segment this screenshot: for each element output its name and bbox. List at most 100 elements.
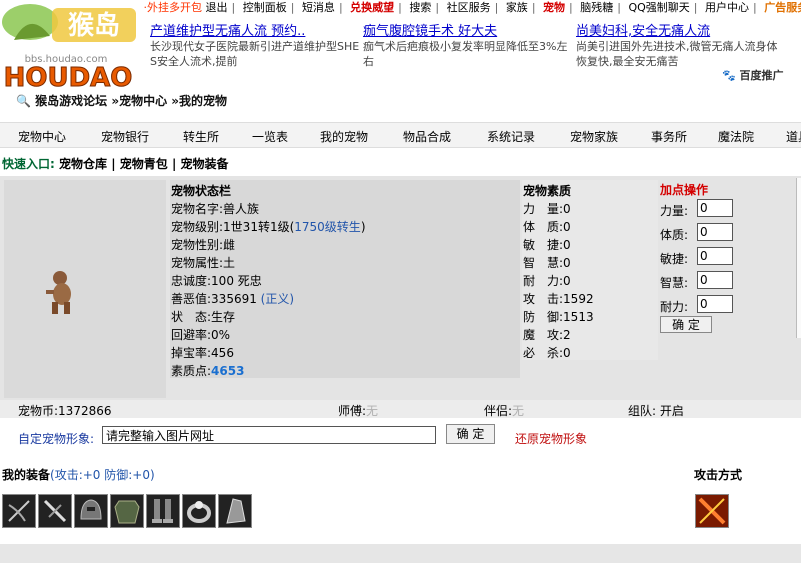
ad-desc: 尚美引进国外先进技术,微管无痛人流身体恢复快,最全安无痛苦 (576, 40, 778, 68)
add-agility-input[interactable] (697, 247, 733, 265)
nav-rebirth[interactable]: 转生所 (183, 128, 219, 145)
pet-gender: 宠物性别:雌 (171, 238, 236, 252)
add-endurance-input[interactable] (697, 295, 733, 313)
breadcrumb-text[interactable]: 猴岛游戏论坛 »宠物中心 »我的宠物 (35, 94, 227, 108)
menu-community[interactable]: 社区服务 (447, 0, 491, 16)
equip-slot-sword-icon[interactable] (38, 494, 72, 528)
equip-slot-helmet-icon[interactable] (74, 494, 108, 528)
menu-qq-chat[interactable]: QQ强制聊天 (628, 0, 689, 16)
restore-image-link[interactable]: 还原宠物形象 (515, 430, 587, 447)
menu-ad-service[interactable]: 广告服务 (764, 0, 801, 16)
baidu-promo-label: 百度推广 (739, 69, 784, 82)
add-strength-label: 力量: (660, 204, 689, 218)
nav-pet-bank[interactable]: 宠物银行 (101, 128, 149, 145)
pet-drop-rate: 掉宝率:456 (171, 346, 234, 360)
quality-wisdom: 智 慧:0 (523, 256, 571, 270)
nav-my-pet[interactable]: 我的宠物 (320, 128, 368, 145)
ad-block-1[interactable]: 产道维护型无痛人流 预约.. 长沙现代女子医院最新引进产道维护型SHE S安全人… (150, 24, 360, 69)
add-endurance-label: 耐力: (660, 300, 689, 314)
quick-entry: 快速入口: 宠物仓库 | 宠物青包 | 宠物装备 (2, 157, 229, 171)
nav-items[interactable]: 道具 (786, 128, 801, 145)
quick-entry-label: 快速入口: (2, 157, 55, 171)
custom-image-label: 自定宠物形象: (18, 432, 95, 446)
equipment-label: 我的装备 (2, 468, 51, 482)
menu-exchange[interactable]: 兑换威望 (350, 0, 394, 16)
add-wisdom-label: 智慧: (660, 276, 689, 290)
attack-mode-label: 攻击方式 (694, 468, 743, 482)
menu-search[interactable]: 搜索 (409, 0, 431, 16)
attack-mode-icon[interactable] (695, 494, 729, 528)
breadcrumb: 🔍 猴岛游戏论坛 »宠物中心 »我的宠物 (16, 92, 227, 109)
logo-text: HOUDAO (4, 63, 133, 92)
quality-defense: 防 御:1513 (523, 310, 594, 324)
nav-system-log[interactable]: 系统记录 (487, 128, 535, 145)
equip-slot-ring-icon[interactable] (182, 494, 216, 528)
quick-pet-bag[interactable]: 宠物青包 (120, 157, 168, 171)
rebirth-link[interactable]: 1750级转生 (294, 220, 361, 234)
image-url-input[interactable] (102, 426, 436, 444)
quality-magic-attack: 魔 攻:2 (523, 328, 571, 342)
pet-master: 师傅:无 (338, 404, 379, 418)
pet-state: 状 态:生存 (171, 310, 236, 324)
add-wisdom-input[interactable] (697, 271, 733, 289)
equip-slot-boots-icon[interactable] (146, 494, 180, 528)
quality-points-value: 4653 (211, 364, 245, 378)
quality-endurance: 耐 力:0 (523, 274, 571, 288)
menu-control-panel[interactable]: 控制面板 (243, 0, 287, 16)
quality-attack: 攻 击:1592 (523, 292, 594, 306)
search-icon: 🔍 (16, 94, 31, 108)
add-agility-label: 敏捷: (660, 252, 689, 266)
nav-office[interactable]: 事务所 (651, 128, 687, 145)
pet-quality-points: 素质点:4653 (171, 364, 245, 378)
pet-level: 宠物级别:1世31转1级(1750级转生) (171, 220, 366, 234)
menu-logout[interactable]: 退出 (206, 0, 228, 16)
menu-candy[interactable]: 脑残糖 (580, 0, 613, 16)
status-title: 宠物状态栏 (171, 184, 232, 198)
site-logo[interactable]: 猴岛 bbs.houdao.com HOUDAO (0, 0, 146, 94)
pet-coins: 宠物币:1372866 (18, 404, 112, 418)
menu-user-center[interactable]: 用户中心 (705, 0, 749, 16)
bottom-bar (0, 544, 801, 563)
quality-critical: 必 杀:0 (523, 346, 571, 360)
pet-portrait (4, 180, 166, 398)
equip-slot-crossbow-icon[interactable] (2, 494, 36, 528)
ad-desc: 痂气术后疤痕极小复发率明显降低至3%左右 (363, 40, 568, 68)
nav-pet-center[interactable]: 宠物中心 (18, 128, 66, 145)
add-constitution-input[interactable] (697, 223, 733, 241)
baidu-promo[interactable]: 🐾 百度推广 (722, 67, 784, 83)
ad-title[interactable]: 痂气腹腔镜手术 好大夫 (363, 24, 573, 39)
morality-link[interactable]: (正义) (261, 292, 294, 306)
add-strength-input[interactable] (697, 199, 733, 217)
quick-pet-storage[interactable]: 宠物仓库 (59, 157, 107, 171)
equip-slot-armor-icon[interactable] (110, 494, 144, 528)
ad-block-2[interactable]: 痂气腹腔镜手术 好大夫 痂气术后疤痕极小复发率明显降低至3%左右 (363, 24, 573, 69)
nav-pet-family[interactable]: 宠物家族 (570, 128, 618, 145)
ad-desc: 长沙现代女子医院最新引进产道维护型SHE S安全人流术,提前 (150, 40, 360, 68)
pet-team: 组队: 开启 (628, 404, 684, 418)
pet-loyalty: 忠诚度:100 死忠 (171, 274, 262, 288)
menu-family[interactable]: 家族 (506, 0, 528, 16)
add-constitution-label: 体质: (660, 228, 689, 242)
pet-name: 宠物名字:兽人族 (171, 202, 260, 216)
nav-magic-hall[interactable]: 魔法院 (718, 128, 754, 145)
menu-multi-open[interactable]: ·外挂多开包 (144, 0, 203, 16)
ad-title[interactable]: 产道维护型无痛人流 预约.. (150, 24, 360, 39)
add-points-title: 加点操作 (660, 183, 709, 197)
equip-slot-gauntlet-icon[interactable] (218, 494, 252, 528)
equipment-stats: (攻击:+0 防御:+0) (50, 468, 155, 482)
add-points-confirm-button[interactable]: 确 定 (660, 316, 712, 333)
menu-pet[interactable]: 宠物 (543, 0, 565, 16)
quality-constitution: 体 质:0 (523, 220, 571, 234)
image-confirm-button[interactable]: 确 定 (446, 424, 495, 444)
quality-strength: 力 量:0 (523, 202, 571, 216)
pet-nav-bar: 宠物中心 宠物银行 转生所 一览表 我的宠物 物品合成 系统记录 宠物家族 事务… (0, 122, 801, 148)
equipment-header: 我的装备(攻击:+0 防御:+0) (2, 466, 155, 483)
quality-agility: 敏 捷:0 (523, 238, 571, 252)
quick-pet-equip[interactable]: 宠物装备 (181, 157, 229, 171)
ad-title[interactable]: 尚美妇科,安全无痛人流 (576, 24, 781, 39)
nav-item-synthesis[interactable]: 物品合成 (403, 128, 451, 145)
ad-block-3[interactable]: 尚美妇科,安全无痛人流 尚美引进国外先进技术,微管无痛人流身体恢复快,最全安无痛… (576, 24, 781, 69)
quality-title: 宠物素质 (523, 184, 572, 198)
nav-overview[interactable]: 一览表 (252, 128, 288, 145)
menu-messages[interactable]: 短消息 (302, 0, 335, 16)
